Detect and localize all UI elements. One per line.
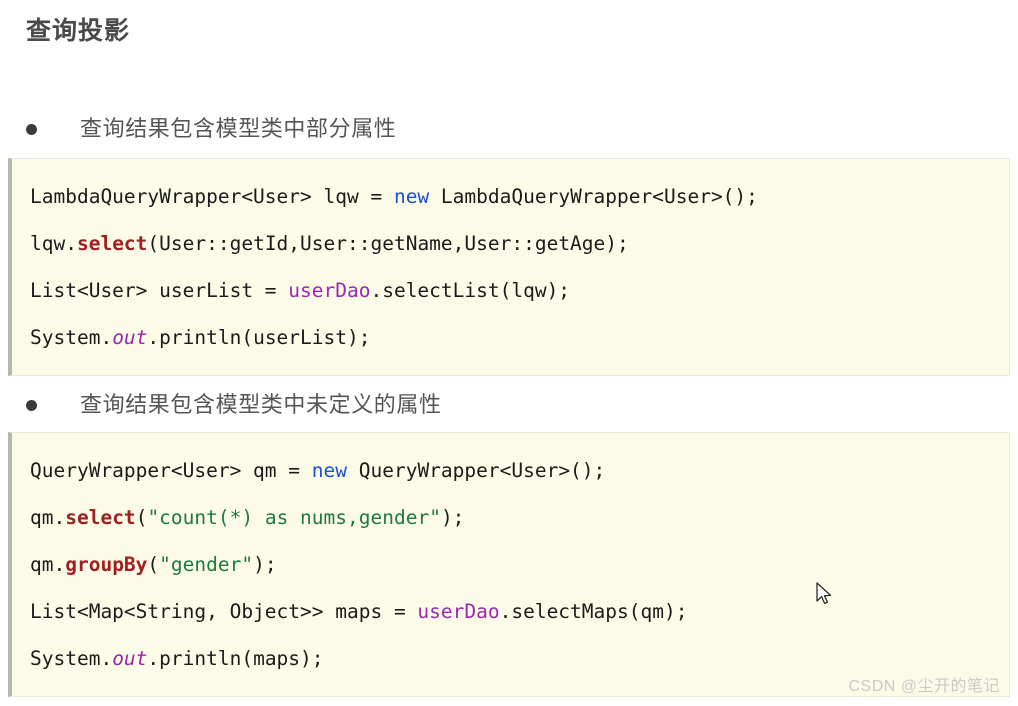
code-text: System. xyxy=(30,326,113,349)
page-title: 查询投影 xyxy=(26,17,131,45)
code-line: LambdaQueryWrapper<User> lqw = new Lambd… xyxy=(30,173,1009,220)
code-identifier: userDao xyxy=(288,279,371,302)
code-method: select xyxy=(65,506,136,529)
code-text: ); xyxy=(440,506,465,529)
code-line: qm.select("count(*) as nums,gender"); xyxy=(30,494,1009,541)
code-method: select xyxy=(76,232,148,255)
code-text: System. xyxy=(30,647,113,670)
bullet-item-2: 查询结果包含模型类中未定义的属性 xyxy=(26,390,442,420)
code-text: qm. xyxy=(30,553,66,576)
code-line: QueryWrapper<User> qm = new QueryWrapper… xyxy=(30,447,1009,494)
code-text: qm. xyxy=(30,506,66,529)
code-line: lqw.select(User::getId,User::getName,Use… xyxy=(30,220,1009,267)
code-text: List<Map<String, Object>> maps = xyxy=(30,600,418,623)
code-line: List<User> userList = userDao.selectList… xyxy=(30,267,1009,314)
code-string: "count(*) as nums,gender" xyxy=(147,506,441,529)
code-text: LambdaQueryWrapper<User> lqw = xyxy=(30,185,394,208)
code-text: LambdaQueryWrapper<User>(); xyxy=(429,185,758,208)
code-line: qm.groupBy("gender"); xyxy=(30,541,1009,588)
code-text: ); xyxy=(253,553,277,576)
code-text: QueryWrapper<User> qm = xyxy=(30,459,312,482)
code-text: .selectMaps(qm); xyxy=(499,600,688,623)
code-text: List<User> userList = xyxy=(30,279,289,302)
code-field: out xyxy=(112,647,148,670)
code-string: "gender" xyxy=(159,553,254,576)
code-text: .println(userList); xyxy=(147,326,371,349)
code-line: System.out.println(userList); xyxy=(30,314,1009,361)
bullet-label-2: 查询结果包含模型类中未定义的属性 xyxy=(80,392,442,417)
bullet-dot-icon xyxy=(26,399,37,411)
bullet-dot-icon xyxy=(26,123,37,135)
code-field: out xyxy=(112,326,148,349)
document-page: 查询投影 查询结果包含模型类中部分属性 LambdaQueryWrapper<U… xyxy=(0,0,1018,706)
code-text: QueryWrapper<User>(); xyxy=(347,459,606,482)
code-line: List<Map<String, Object>> maps = userDao… xyxy=(30,588,1009,635)
code-text: ( xyxy=(135,506,148,529)
code-text: .selectList(lqw); xyxy=(370,279,571,302)
code-keyword: new xyxy=(393,185,430,208)
bullet-item-1: 查询结果包含模型类中部分属性 xyxy=(26,114,396,144)
code-text: .println(maps); xyxy=(147,647,324,670)
code-text: ( xyxy=(147,553,160,576)
code-text: (User::getId,User::getName,User::getAge)… xyxy=(147,232,629,255)
code-block-lambda-query-wrapper: LambdaQueryWrapper<User> lqw = new Lambd… xyxy=(8,158,1010,376)
code-block-query-wrapper: QueryWrapper<User> qm = new QueryWrapper… xyxy=(8,432,1010,697)
code-method: groupBy xyxy=(65,553,148,576)
bullet-label-1: 查询结果包含模型类中部分属性 xyxy=(80,116,397,141)
code-identifier: userDao xyxy=(417,600,500,623)
code-keyword: new xyxy=(311,459,347,482)
watermark-text: CSDN @尘开的笔记 xyxy=(848,678,1000,695)
code-text: lqw. xyxy=(30,232,77,255)
